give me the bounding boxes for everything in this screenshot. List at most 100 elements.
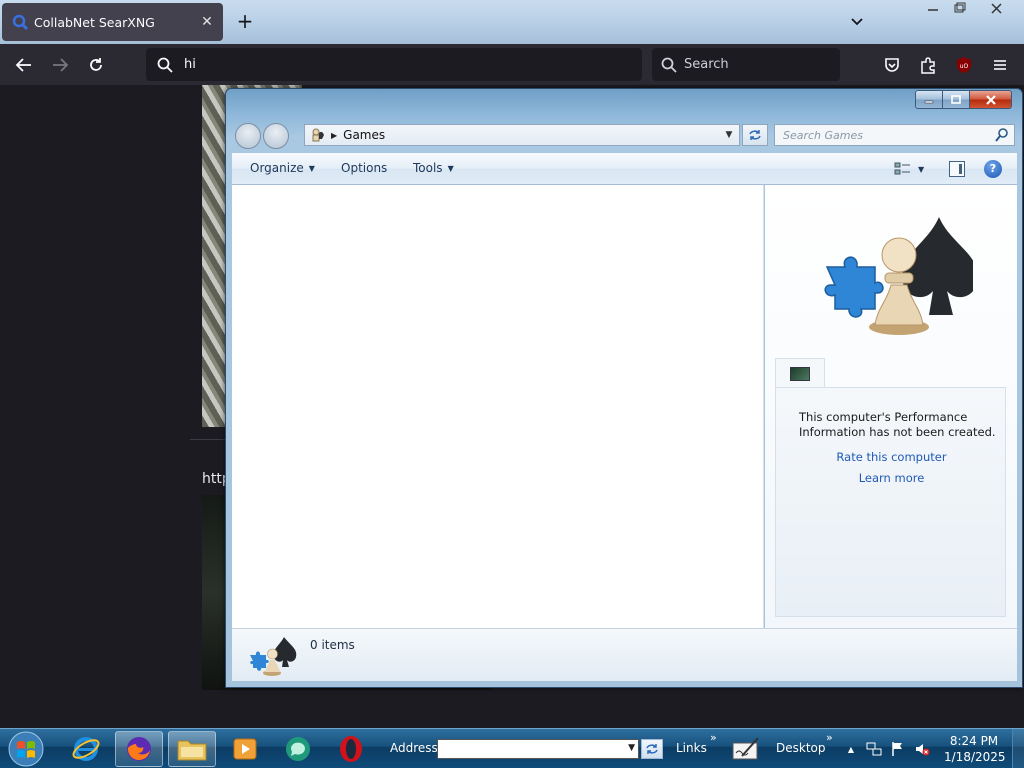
app-button-green[interactable]: [274, 731, 322, 767]
list-all-tabs-icon[interactable]: [846, 11, 868, 33]
media-player-button[interactable]: [221, 731, 269, 767]
search-games-input[interactable]: Search Games: [774, 124, 1015, 146]
close-tab-icon[interactable]: ✕: [199, 14, 215, 30]
taskbar-address-input[interactable]: ▼: [437, 739, 639, 759]
preview-pane-button[interactable]: [949, 161, 965, 177]
folder-icon: [177, 740, 207, 761]
performance-message: This computer's Performance Information …: [799, 410, 996, 439]
tab-title: CollabNet SearXNG: [34, 14, 155, 30]
restore-window-icon[interactable]: [948, 0, 972, 18]
learn-more-link[interactable]: Learn more: [776, 471, 1007, 485]
tools-menu[interactable]: Tools ▼: [413, 161, 454, 175]
address-bar[interactable]: ▶ Games ▼: [304, 124, 740, 146]
minimize-button[interactable]: [915, 90, 943, 109]
details-pane: 0 items: [232, 628, 1017, 681]
opera-icon: [340, 736, 362, 762]
options-label: Options: [341, 161, 388, 175]
extensions-button[interactable]: [917, 54, 939, 76]
puzzle-icon: [921, 57, 935, 74]
breadcrumb-arrow-icon[interactable]: ▶: [331, 131, 337, 140]
go-button[interactable]: [641, 739, 663, 759]
views-icon: [894, 162, 910, 175]
media-player-icon: [233, 738, 257, 760]
ublock-origin-icon: uO: [957, 57, 971, 73]
chevron-down-icon[interactable]: ▼: [918, 165, 924, 174]
back-button[interactable]: [235, 123, 261, 149]
arrow-left-icon: [15, 58, 31, 72]
performance-tab[interactable]: [775, 358, 825, 388]
search-icon: [157, 57, 173, 73]
opera-button[interactable]: [327, 731, 375, 767]
games-list-area[interactable]: [232, 185, 764, 628]
clock-time: 8:24 PM: [949, 734, 999, 748]
change-view-button[interactable]: ▼: [894, 161, 930, 177]
tablet-pen-icon: [732, 737, 759, 760]
windows-explorer-button[interactable]: [168, 731, 216, 767]
firefox-button[interactable]: [115, 731, 163, 767]
rate-computer-link[interactable]: Rate this computer: [776, 450, 1007, 464]
chevron-down-icon: ▼: [308, 163, 315, 173]
desktop-toolbar-label[interactable]: Desktop: [776, 741, 826, 755]
close-icon: [985, 94, 996, 105]
volume-muted-icon[interactable]: [914, 741, 930, 757]
system-clock[interactable]: 8:24 PM 1/18/2025: [944, 733, 1006, 765]
reload-icon: [90, 58, 102, 71]
svg-text:uO: uO: [960, 63, 969, 70]
network-icon[interactable]: [866, 741, 882, 757]
reload-button[interactable]: [83, 52, 109, 78]
search-icon: [12, 14, 28, 30]
browser-tab-bar: CollabNet SearXNG ✕ +: [0, 0, 1024, 44]
browser-search-bar[interactable]: Search: [652, 48, 840, 81]
ublock-button[interactable]: uO: [953, 54, 975, 76]
refresh-button[interactable]: [742, 124, 768, 146]
forward-button[interactable]: [47, 52, 73, 78]
internet-explorer-button[interactable]: [62, 731, 110, 767]
desktop-chevron-icon[interactable]: »: [826, 731, 833, 744]
app-menu-button[interactable]: [989, 54, 1011, 76]
back-button[interactable]: [11, 52, 37, 78]
address-dropdown-icon[interactable]: ▼: [721, 127, 737, 143]
chevron-down-icon[interactable]: ▼: [628, 743, 635, 753]
windows-logo-icon: [8, 731, 44, 767]
new-tab-button[interactable]: +: [234, 11, 256, 33]
forward-button[interactable]: [263, 123, 289, 149]
minimize-icon: [924, 100, 934, 103]
chat-app-icon: [286, 737, 310, 761]
maximize-icon: [951, 94, 961, 104]
games-explorer-window: ▶ Games ▼ Search Games Organize ▼ Options…: [225, 88, 1023, 688]
show-desktop-button[interactable]: [1012, 729, 1024, 768]
tools-label: Tools: [413, 161, 443, 175]
minimize-window-icon[interactable]: [918, 0, 948, 18]
games-logo-icon: [250, 637, 297, 676]
pocket-button[interactable]: [881, 54, 903, 76]
search-icon[interactable]: [994, 127, 1010, 143]
preview-pane: This computer's Performance Information …: [765, 185, 1017, 628]
organize-menu[interactable]: Organize ▼: [250, 161, 315, 175]
action-center-flag-icon[interactable]: [890, 741, 906, 757]
breadcrumb-games[interactable]: Games: [343, 128, 385, 142]
start-button[interactable]: [5, 731, 47, 767]
browser-tab-active[interactable]: CollabNet SearXNG ✕: [2, 3, 223, 41]
clock-date: 1/18/2025: [944, 750, 1006, 764]
close-window-icon[interactable]: [974, 0, 1020, 18]
url-text: hi: [184, 57, 196, 72]
performance-panel: This computer's Performance Information …: [775, 387, 1006, 617]
help-icon[interactable]: ?: [984, 160, 1002, 178]
links-toolbar-label[interactable]: Links: [676, 741, 707, 755]
pocket-icon: [885, 58, 899, 72]
maximize-button[interactable]: [942, 90, 970, 109]
chevron-down-icon: ▼: [447, 163, 454, 173]
links-chevron-icon[interactable]: »: [710, 731, 717, 744]
tablet-input-button[interactable]: [724, 731, 768, 767]
command-bar: Organize ▼ Options Tools ▼ ▼ ?: [232, 153, 1017, 185]
arrow-right-icon: [53, 58, 69, 72]
taskbar: Address ▼ Links » Desktop » ▲ 8:24 PM 1/…: [0, 728, 1024, 768]
search-placeholder: Search: [684, 57, 729, 72]
close-button[interactable]: [969, 90, 1012, 109]
monitor-icon: [790, 366, 810, 381]
show-hidden-icons-icon[interactable]: ▲: [843, 741, 859, 757]
search-icon: [661, 57, 677, 73]
options-button[interactable]: Options: [341, 161, 387, 175]
url-bar[interactable]: hi: [146, 48, 642, 81]
item-count: 0 items: [310, 638, 355, 652]
